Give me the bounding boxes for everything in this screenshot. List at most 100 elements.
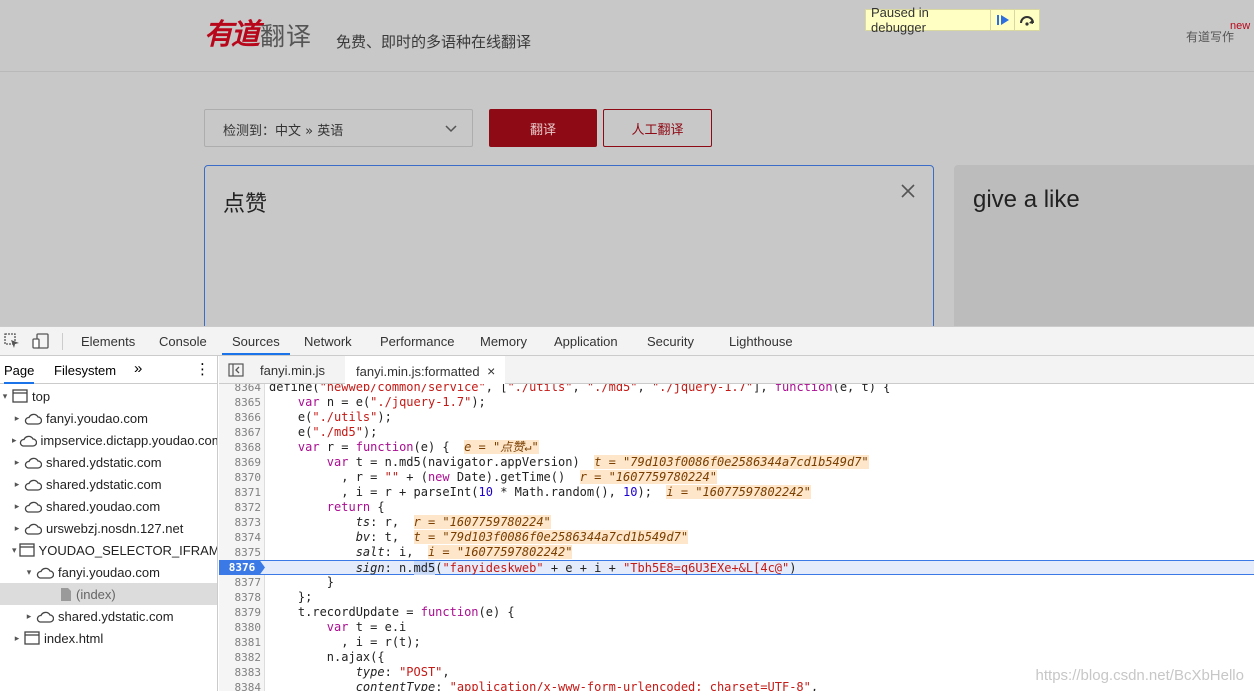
tree-item[interactable]: ▸ impservice.dictapp.youdao.com bbox=[0, 429, 217, 451]
code-line: 8379 t.recordUpdate = function(e) { bbox=[219, 605, 1254, 620]
editor-tab-fanyi-min-js[interactable]: fanyi.min.js bbox=[251, 356, 334, 384]
paused-execution-line[interactable]: 8376 sign: n.md5("fanyideskweb" + e + i … bbox=[219, 560, 1254, 575]
tab-security[interactable]: Security bbox=[647, 327, 694, 355]
translation-text: give a like bbox=[973, 186, 1080, 213]
file-icon bbox=[58, 587, 76, 602]
youdao-logo[interactable]: 有道 翻译 bbox=[204, 17, 312, 53]
tree-item[interactable]: ▸ fanyi.youdao.com bbox=[0, 407, 217, 429]
inline-value: r = "1607759780224" bbox=[413, 515, 551, 529]
line-number: 8377 bbox=[234, 576, 262, 589]
tree-item-label: shared.ydstatic.com bbox=[58, 608, 174, 624]
tab-application[interactable]: Application bbox=[554, 327, 618, 355]
tree-item-label: top bbox=[32, 388, 51, 404]
frame-icon bbox=[22, 631, 44, 645]
line-number: 8383 bbox=[234, 666, 262, 679]
tree-item[interactable]: ▸ shared.youdao.com bbox=[0, 495, 217, 517]
cloud-icon bbox=[17, 434, 41, 447]
editor-tabbar: fanyi.min.js fanyi.min.js:formatted × bbox=[219, 356, 1254, 385]
chevron-down-icon bbox=[445, 125, 457, 133]
tree-item-label: shared.ydstatic.com bbox=[46, 476, 162, 492]
tree-item[interactable]: ▸ shared.ydstatic.com bbox=[0, 605, 217, 627]
youdao-page: 有道 翻译 免费、即时的多语种在线翻译 有道写作 new Paused in d… bbox=[0, 0, 1254, 326]
line-number: 8380 bbox=[234, 621, 262, 634]
tree-item[interactable]: ▸ shared.ydstatic.com bbox=[0, 451, 217, 473]
language-select[interactable]: 检测到：中文 » 英语 bbox=[204, 109, 473, 147]
translate-button[interactable]: 翻译 bbox=[489, 109, 597, 147]
code-editor[interactable]: 8364 define("newweb/common/service", ["./… bbox=[219, 384, 1254, 691]
writer-link[interactable]: 有道写作 new bbox=[1186, 20, 1250, 45]
code-line: 8380 var t = e.i bbox=[219, 620, 1254, 635]
tree-item-label: YOUDAO_SELECTOR_IFRAME bbox=[38, 542, 218, 558]
more-tabs-button[interactable]: » bbox=[134, 360, 142, 377]
tab-filesystem[interactable]: Filesystem bbox=[54, 363, 116, 378]
line-number: 8368 bbox=[234, 441, 262, 454]
tree-item-label: shared.youdao.com bbox=[46, 498, 161, 514]
devtools-panel: Elements Console Sources Network Perform… bbox=[0, 326, 1254, 691]
inline-value: t = "79d103f0086f0e2586344a7cd1b549d7" bbox=[413, 530, 689, 544]
tree-item-label: index.html bbox=[44, 630, 104, 646]
device-toolbar-icon[interactable] bbox=[32, 333, 50, 349]
code-line: 8382 n.ajax({ bbox=[219, 650, 1254, 665]
step-over-button[interactable] bbox=[1014, 10, 1039, 30]
collapsed-arrow-icon[interactable]: ▸ bbox=[12, 523, 22, 534]
code-line: 8370 , r = "" + (new Date).getTime() r =… bbox=[219, 470, 1254, 485]
toggle-navigator-icon[interactable] bbox=[228, 363, 244, 377]
inline-value: e = "点赞↵" bbox=[464, 440, 539, 454]
resume-button[interactable] bbox=[989, 10, 1015, 30]
toolbar-divider bbox=[62, 333, 63, 350]
tab-performance[interactable]: Performance bbox=[380, 327, 454, 355]
translation-output: give a like bbox=[954, 165, 1254, 326]
line-number: 8382 bbox=[234, 651, 262, 664]
tree-item[interactable]: ▸ index.html bbox=[0, 627, 217, 649]
source-text-input[interactable]: 点赞 bbox=[204, 165, 934, 326]
cloud-icon bbox=[22, 522, 46, 535]
tab-page[interactable]: Page bbox=[4, 363, 35, 384]
human-translate-button[interactable]: 人工翻译 bbox=[603, 109, 712, 147]
code-line: 8364 define("newweb/common/service", ["./… bbox=[219, 384, 1254, 395]
paused-text: Paused in debugger bbox=[871, 5, 929, 35]
tab-elements[interactable]: Elements bbox=[81, 327, 135, 355]
line-number: 8378 bbox=[234, 591, 262, 604]
code-line: 8372 return { bbox=[219, 500, 1254, 515]
collapsed-arrow-icon[interactable]: ▸ bbox=[12, 501, 22, 512]
line-number: 8379 bbox=[234, 606, 262, 619]
editor-tab-fanyi-formatted[interactable]: fanyi.min.js:formatted × bbox=[345, 356, 506, 385]
step-over-icon bbox=[1020, 16, 1035, 26]
tree-item[interactable]: ▾ top bbox=[0, 385, 217, 407]
line-number: 8371 bbox=[234, 486, 262, 499]
code-line: 8381 , i = r(t); bbox=[219, 635, 1254, 650]
line-number: 8369 bbox=[234, 456, 262, 469]
collapsed-arrow-icon[interactable]: ▸ bbox=[24, 611, 34, 622]
cloud-icon bbox=[34, 610, 58, 623]
tree-item[interactable]: ▾ YOUDAO_SELECTOR_IFRAME bbox=[0, 539, 217, 561]
collapsed-arrow-icon[interactable]: ▸ bbox=[12, 457, 22, 468]
cloud-icon bbox=[34, 566, 58, 579]
inspect-element-icon[interactable] bbox=[4, 333, 20, 349]
tree-item[interactable]: ▸ urswebzj.nosdn.127.net bbox=[0, 517, 217, 539]
close-tab-icon[interactable]: × bbox=[487, 363, 495, 379]
cloud-icon bbox=[22, 500, 46, 513]
tab-sources[interactable]: Sources bbox=[222, 327, 290, 355]
tab-memory[interactable]: Memory bbox=[480, 327, 527, 355]
line-number: 8384 bbox=[234, 681, 262, 691]
code-line: 8373 ts: r, r = "1607759780224" bbox=[219, 515, 1254, 530]
collapsed-arrow-icon[interactable]: ▸ bbox=[12, 413, 22, 424]
close-icon[interactable] bbox=[901, 184, 915, 198]
expanded-arrow-icon[interactable]: ▾ bbox=[24, 567, 34, 578]
breakpoint-marker[interactable]: 8376 bbox=[219, 560, 265, 575]
tree-item-label: fanyi.youdao.com bbox=[58, 564, 160, 580]
tab-lighthouse[interactable]: Lighthouse bbox=[729, 327, 793, 355]
code-line: 8368 var r = function(e) { e = "点赞↵" bbox=[219, 440, 1254, 455]
expanded-arrow-icon[interactable]: ▾ bbox=[0, 391, 10, 402]
collapsed-arrow-icon[interactable]: ▸ bbox=[12, 479, 22, 490]
navigator-menu-button[interactable]: ⋮ bbox=[195, 360, 210, 378]
tab-network[interactable]: Network bbox=[304, 327, 352, 355]
code-line: 8365 var n = e("./jquery-1.7"); bbox=[219, 395, 1254, 410]
code-line: 8371 , i = r + parseInt(10 * Math.random… bbox=[219, 485, 1254, 500]
tree-item[interactable]: ▾ fanyi.youdao.com bbox=[0, 561, 217, 583]
tree-item[interactable]: (index) bbox=[0, 583, 217, 605]
line-number: 8373 bbox=[234, 516, 262, 529]
collapsed-arrow-icon[interactable]: ▸ bbox=[12, 633, 22, 644]
tree-item[interactable]: ▸ shared.ydstatic.com bbox=[0, 473, 217, 495]
tab-console[interactable]: Console bbox=[159, 327, 207, 355]
